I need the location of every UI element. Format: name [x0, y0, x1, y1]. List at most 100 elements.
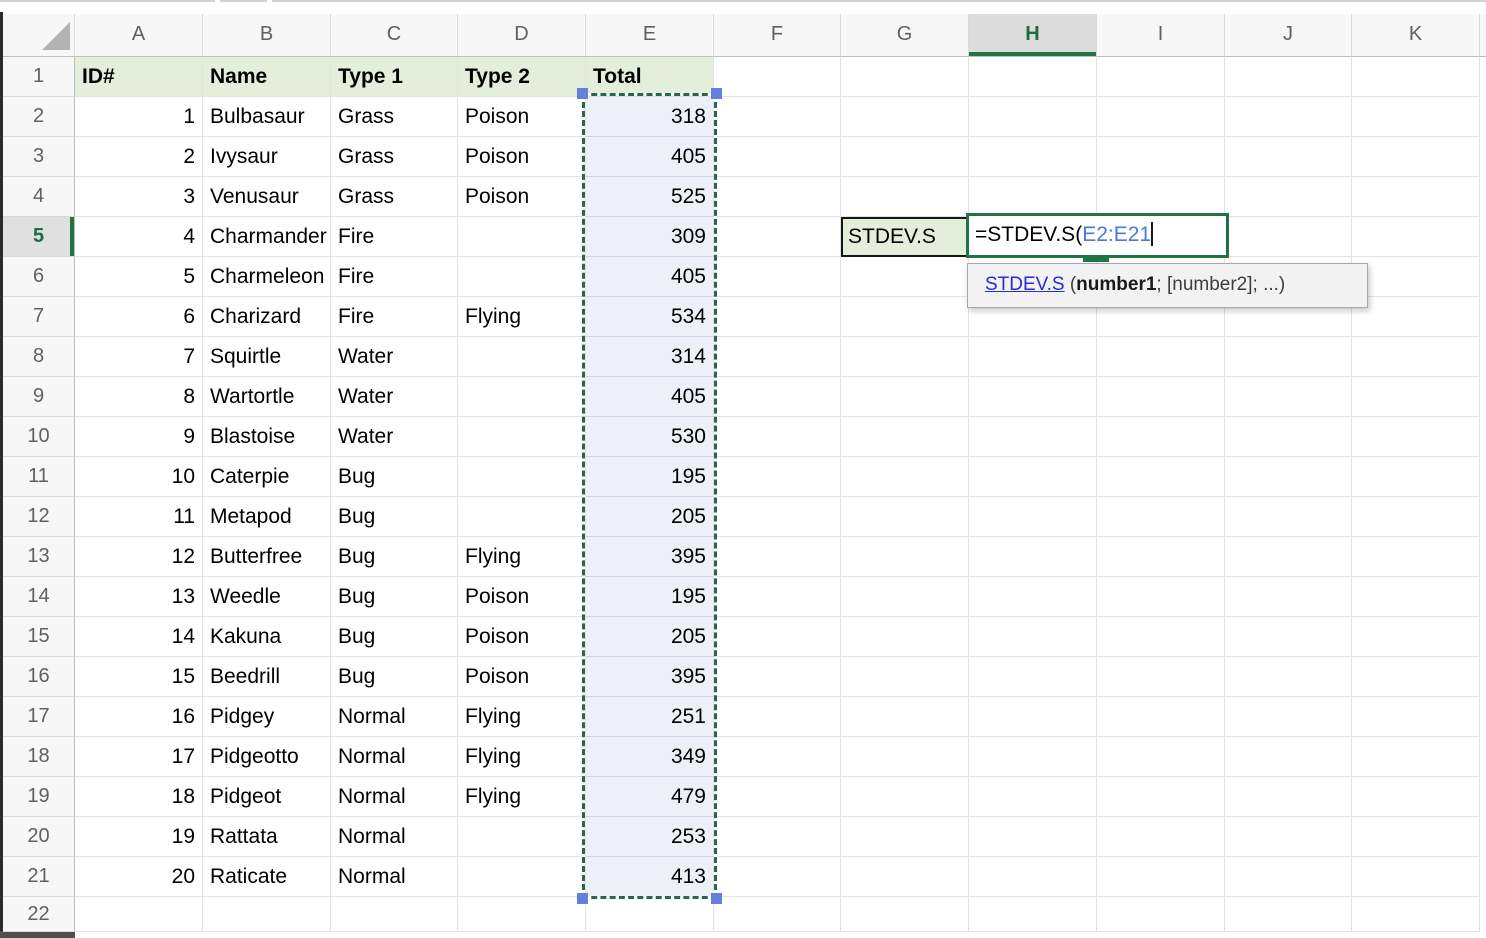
cell-B11[interactable]: Caterpie	[203, 457, 331, 497]
row-header-11[interactable]: 11	[3, 457, 75, 497]
cell-D8[interactable]	[458, 337, 586, 377]
cell-H8[interactable]	[969, 337, 1097, 377]
cell-B21[interactable]: Raticate	[203, 857, 331, 897]
row-header-7[interactable]: 7	[3, 297, 75, 337]
cell-I21[interactable]	[1097, 857, 1225, 897]
cell-D6[interactable]	[458, 257, 586, 297]
cell-D5[interactable]	[458, 217, 586, 257]
column-header-e[interactable]: E	[586, 14, 714, 57]
cell-J13[interactable]	[1225, 537, 1352, 577]
row-header-8[interactable]: 8	[3, 337, 75, 377]
cell-K1[interactable]	[1352, 57, 1480, 97]
cell-H21[interactable]	[969, 857, 1097, 897]
cell-K22[interactable]	[1352, 897, 1480, 932]
cell-F7[interactable]	[714, 297, 841, 337]
cell-B12[interactable]: Metapod	[203, 497, 331, 537]
cell-G4[interactable]	[841, 177, 969, 217]
cell-K6[interactable]	[1352, 257, 1480, 297]
cell-B14[interactable]: Weedle	[203, 577, 331, 617]
column-header-g[interactable]: G	[841, 14, 969, 57]
cell-F12[interactable]	[714, 497, 841, 537]
cell-J17[interactable]	[1225, 697, 1352, 737]
cell-J19[interactable]	[1225, 777, 1352, 817]
row-header-20[interactable]: 20	[3, 817, 75, 857]
cell-C6[interactable]: Fire	[331, 257, 458, 297]
selection-handle-bottom-right[interactable]	[711, 893, 722, 904]
cell-K19[interactable]	[1352, 777, 1480, 817]
row-header-1[interactable]: 1	[3, 57, 75, 97]
cell-G12[interactable]	[841, 497, 969, 537]
cell-J16[interactable]	[1225, 657, 1352, 697]
cell-B22[interactable]	[203, 897, 331, 932]
cell-K16[interactable]	[1352, 657, 1480, 697]
cell-J9[interactable]	[1225, 377, 1352, 417]
cell-C16[interactable]: Bug	[331, 657, 458, 697]
cell-H2[interactable]	[969, 97, 1097, 137]
cell-H22[interactable]	[969, 897, 1097, 932]
cell-B15[interactable]: Kakuna	[203, 617, 331, 657]
cell-F17[interactable]	[714, 697, 841, 737]
cell-C21[interactable]: Normal	[331, 857, 458, 897]
cell-I14[interactable]	[1097, 577, 1225, 617]
column-header-h[interactable]: H	[969, 14, 1097, 57]
column-header-f[interactable]: F	[714, 14, 841, 57]
row-header-16[interactable]: 16	[3, 657, 75, 697]
cell-G22[interactable]	[841, 897, 969, 932]
cell-K18[interactable]	[1352, 737, 1480, 777]
cell-J21[interactable]	[1225, 857, 1352, 897]
cell-D16[interactable]: Poison	[458, 657, 586, 697]
cell-K2[interactable]	[1352, 97, 1480, 137]
cell-G6[interactable]	[841, 257, 969, 297]
cell-J5[interactable]	[1225, 217, 1352, 257]
cell-K20[interactable]	[1352, 817, 1480, 857]
cell-B7[interactable]: Charizard	[203, 297, 331, 337]
row-header-17[interactable]: 17	[3, 697, 75, 737]
cell-E1[interactable]: Total	[586, 57, 714, 97]
cell-G3[interactable]	[841, 137, 969, 177]
cell-C19[interactable]: Normal	[331, 777, 458, 817]
cell-A15[interactable]: 14	[75, 617, 203, 657]
cell-K4[interactable]	[1352, 177, 1480, 217]
cell-J8[interactable]	[1225, 337, 1352, 377]
cell-I8[interactable]	[1097, 337, 1225, 377]
cell-C17[interactable]: Normal	[331, 697, 458, 737]
row-header-4[interactable]: 4	[3, 177, 75, 217]
cell-A12[interactable]: 11	[75, 497, 203, 537]
cell-C11[interactable]: Bug	[331, 457, 458, 497]
cell-G8[interactable]	[841, 337, 969, 377]
cell-I22[interactable]	[1097, 897, 1225, 932]
row-header-15[interactable]: 15	[3, 617, 75, 657]
cell-G20[interactable]	[841, 817, 969, 857]
cell-B13[interactable]: Butterfree	[203, 537, 331, 577]
cell-I13[interactable]	[1097, 537, 1225, 577]
cell-H13[interactable]	[969, 537, 1097, 577]
cell-C9[interactable]: Water	[331, 377, 458, 417]
cell-J12[interactable]	[1225, 497, 1352, 537]
cell-I19[interactable]	[1097, 777, 1225, 817]
row-header-21[interactable]: 21	[3, 857, 75, 897]
cell-B5[interactable]: Charmander	[203, 217, 331, 257]
cell-B10[interactable]: Blastoise	[203, 417, 331, 457]
row-header-2[interactable]: 2	[3, 97, 75, 137]
cell-C13[interactable]: Bug	[331, 537, 458, 577]
cell-G2[interactable]	[841, 97, 969, 137]
function-help-link[interactable]: STDEV.S	[985, 274, 1065, 295]
column-header-b[interactable]: B	[203, 14, 331, 57]
cell-F16[interactable]	[714, 657, 841, 697]
cell-C14[interactable]: Bug	[331, 577, 458, 617]
column-header-c[interactable]: C	[331, 14, 458, 57]
cell-K13[interactable]	[1352, 537, 1480, 577]
column-header-j[interactable]: J	[1225, 14, 1352, 57]
cell-D13[interactable]: Flying	[458, 537, 586, 577]
cell-A13[interactable]: 12	[75, 537, 203, 577]
cell-F1[interactable]	[714, 57, 841, 97]
cell-J18[interactable]	[1225, 737, 1352, 777]
cell-H11[interactable]	[969, 457, 1097, 497]
cell-B3[interactable]: Ivysaur	[203, 137, 331, 177]
cell-H4[interactable]	[969, 177, 1097, 217]
cell-A10[interactable]: 9	[75, 417, 203, 457]
cell-D1[interactable]: Type 2	[458, 57, 586, 97]
cell-C22[interactable]	[331, 897, 458, 932]
cell-G13[interactable]	[841, 537, 969, 577]
cell-C4[interactable]: Grass	[331, 177, 458, 217]
